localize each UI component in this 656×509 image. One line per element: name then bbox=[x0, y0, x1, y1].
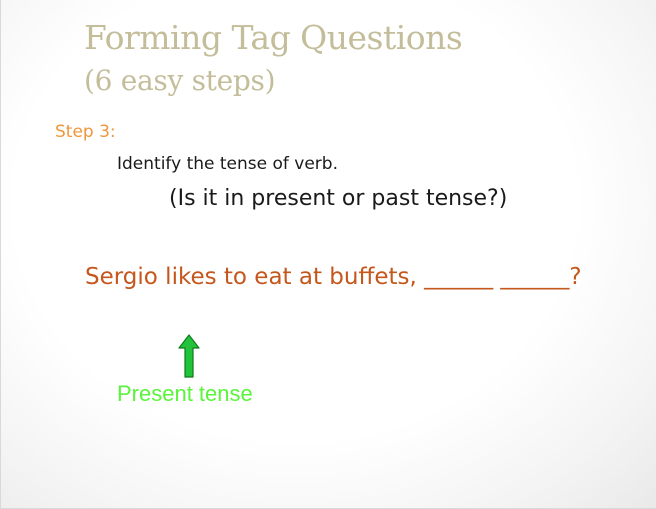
up-arrow-icon bbox=[178, 334, 200, 378]
step-label: Step 3: bbox=[55, 122, 116, 142]
example-sentence: Sergio likes to eat at buffets, ______ _… bbox=[85, 264, 582, 290]
present-tense-label: Present tense bbox=[117, 381, 253, 406]
slide-subtitle: (6 easy steps) bbox=[84, 64, 276, 97]
guiding-question: (Is it in present or past tense?) bbox=[169, 186, 508, 211]
step-instruction: Identify the tense of verb. bbox=[117, 154, 338, 174]
slide-title: Forming Tag Questions bbox=[84, 18, 463, 57]
slide: Forming Tag Questions (6 easy steps) Ste… bbox=[0, 0, 656, 509]
